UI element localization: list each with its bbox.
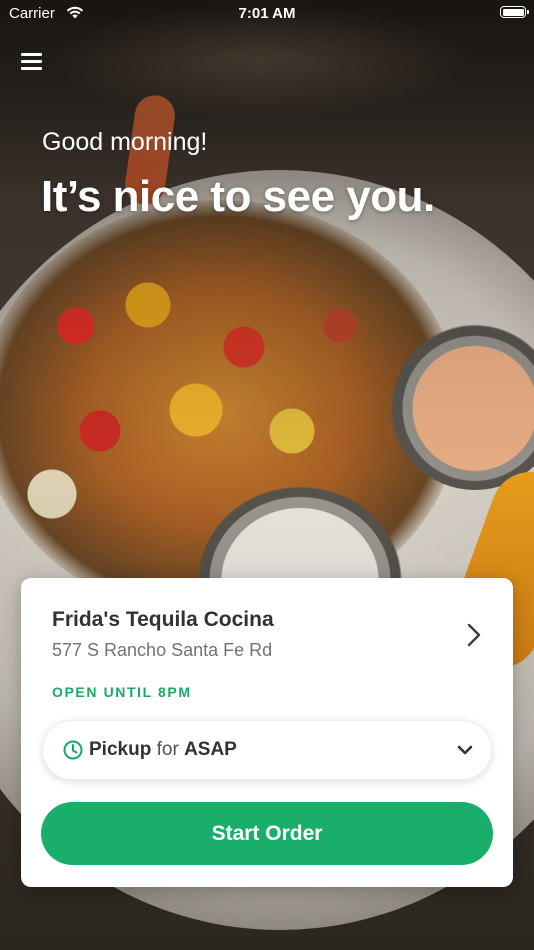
store-address: 577 S Rancho Santa Fe Rd [52,640,273,660]
status-bar: Carrier 7:01 AM [0,0,534,28]
pickup-label: Pickup for ASAP [89,739,237,761]
store-card: Frida's Tequila Cocina 577 S Rancho Sant… [21,578,513,887]
order-mode: Pickup [89,739,152,760]
clock-icon [63,740,83,760]
order-time: ASAP [184,739,237,760]
hours-status: OPEN UNTIL 8PM [52,684,192,700]
start-order-button[interactable]: Start Order [41,802,493,865]
store-name[interactable]: Frida's Tequila Cocina [52,608,274,632]
order-mode-connector: for [156,739,179,760]
pickup-time-selector[interactable]: Pickup for ASAP [42,720,492,780]
greeting-text: Good morning! [42,128,208,156]
headline-text: It’s nice to see you. [41,172,435,221]
chevron-down-icon [457,745,473,755]
clock-time: 7:01 AM [238,5,296,22]
battery-icon [500,6,529,18]
menu-icon[interactable] [21,51,42,71]
chevron-right-icon[interactable] [463,622,485,648]
